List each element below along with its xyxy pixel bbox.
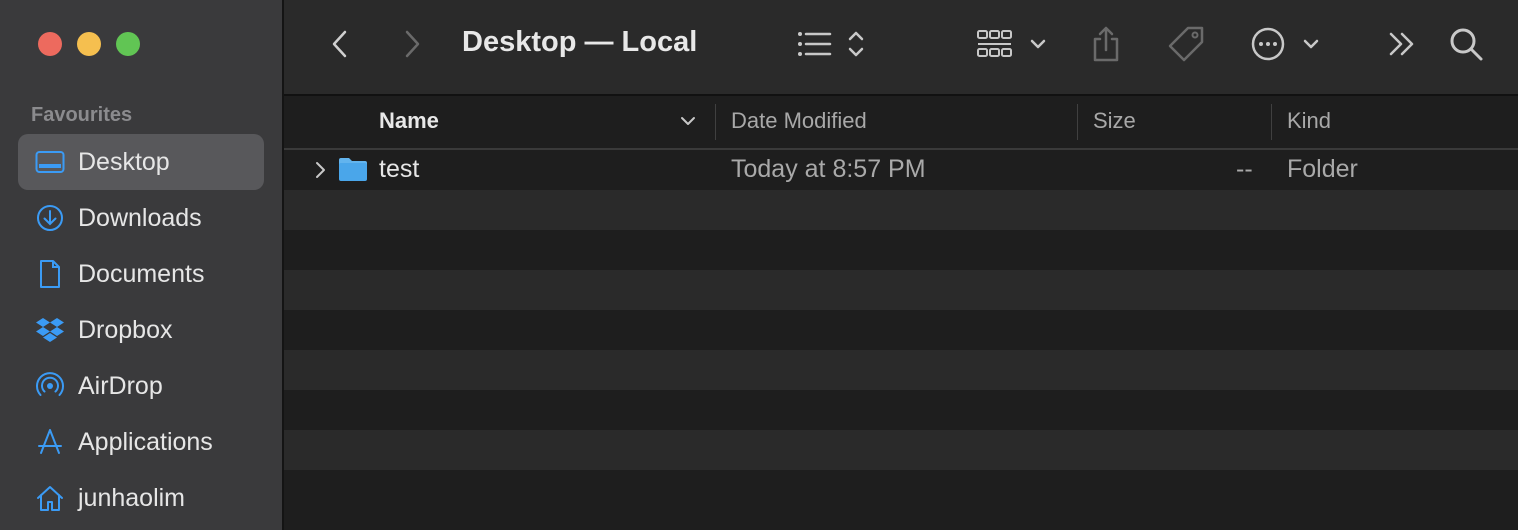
sidebar-list: Desktop Downloads Documents Dropbox AirD… xyxy=(18,134,264,526)
sidebar-item-home[interactable]: junhaolim xyxy=(18,470,264,526)
empty-row xyxy=(284,350,1518,390)
sidebar-item-documents[interactable]: Documents xyxy=(18,246,264,302)
column-divider[interactable] xyxy=(1077,104,1078,140)
sidebar-item-label: AirDrop xyxy=(78,371,163,400)
empty-row xyxy=(284,470,1518,510)
back-icon xyxy=(332,30,347,58)
window-title: Desktop — Local xyxy=(462,26,698,58)
main-pane: Desktop — Local Name Date Modified Size … xyxy=(284,0,1518,530)
column-header-size[interactable]: Size xyxy=(1093,108,1136,134)
empty-row xyxy=(284,270,1518,310)
sidebar-item-desktop[interactable]: Desktop xyxy=(18,134,264,190)
zoom-button[interactable] xyxy=(116,32,140,56)
file-date-modified: Today at 8:57 PM xyxy=(731,155,926,183)
home-icon xyxy=(34,482,66,514)
disclosure-triangle-icon[interactable] xyxy=(314,161,326,184)
finder-window: Favourites Desktop Downloads Documents D… xyxy=(0,0,1518,530)
view-options-button[interactable] xyxy=(796,22,872,66)
share-button[interactable] xyxy=(1088,22,1124,66)
sidebar-item-dropbox[interactable]: Dropbox xyxy=(18,302,264,358)
minimize-button[interactable] xyxy=(77,32,101,56)
window-controls xyxy=(38,32,140,56)
sidebar-item-label: Dropbox xyxy=(78,315,173,344)
sidebar-section-favourites: Favourites xyxy=(31,104,133,126)
empty-row xyxy=(284,190,1518,230)
sidebar-item-label: Documents xyxy=(78,259,205,288)
sidebar-item-label: Applications xyxy=(78,427,213,456)
file-list: test Today at 8:57 PM -- Folder xyxy=(284,150,1518,510)
column-header-kind[interactable]: Kind xyxy=(1287,108,1331,134)
airdrop-icon xyxy=(34,370,66,402)
column-divider[interactable] xyxy=(715,104,716,140)
toolbar-overflow-button[interactable] xyxy=(1386,22,1418,66)
search-icon xyxy=(1450,28,1483,61)
empty-row xyxy=(284,230,1518,270)
folder-icon xyxy=(338,156,368,187)
list-view-icon xyxy=(798,31,864,57)
overflow-icon xyxy=(1389,32,1414,56)
group-icon xyxy=(977,30,1046,57)
forward-button[interactable] xyxy=(396,22,428,66)
empty-row xyxy=(284,430,1518,470)
sidebar-item-label: junhaolim xyxy=(78,483,186,512)
sidebar-item-applications[interactable]: Applications xyxy=(18,414,264,470)
applications-icon xyxy=(34,426,66,458)
group-button[interactable] xyxy=(976,22,1048,66)
dropbox-icon xyxy=(34,314,66,346)
tag-button[interactable] xyxy=(1164,22,1208,66)
desktop-icon xyxy=(34,146,66,178)
forward-icon xyxy=(405,30,420,58)
sidebar-item-airdrop[interactable]: AirDrop xyxy=(18,358,264,414)
file-name: test xyxy=(379,155,420,183)
document-icon xyxy=(34,258,66,290)
file-kind: Folder xyxy=(1287,155,1358,183)
sidebar-item-downloads[interactable]: Downloads xyxy=(18,190,264,246)
column-header-date[interactable]: Date Modified xyxy=(731,108,867,134)
sidebar-item-label: Downloads xyxy=(78,203,202,232)
close-button[interactable] xyxy=(38,32,62,56)
sidebar-item-label: Desktop xyxy=(78,147,170,176)
column-divider[interactable] xyxy=(1271,104,1272,140)
share-icon xyxy=(1093,26,1119,62)
search-button[interactable] xyxy=(1446,22,1486,66)
empty-row xyxy=(284,390,1518,430)
tag-icon xyxy=(1168,26,1204,62)
more-icon xyxy=(1251,27,1319,61)
toolbar: Desktop — Local xyxy=(284,0,1518,96)
column-header-name[interactable]: Name xyxy=(379,108,439,134)
empty-row xyxy=(284,310,1518,350)
back-button[interactable] xyxy=(324,22,356,66)
sidebar: Favourites Desktop Downloads Documents D… xyxy=(0,0,284,530)
sort-chevron-icon[interactable] xyxy=(680,114,696,132)
download-icon xyxy=(34,202,66,234)
more-actions-button[interactable] xyxy=(1250,22,1320,66)
file-size: -- xyxy=(1236,155,1253,183)
column-header-row: Name Date Modified Size Kind xyxy=(284,96,1518,150)
table-row[interactable]: test Today at 8:57 PM -- Folder xyxy=(284,150,1518,190)
